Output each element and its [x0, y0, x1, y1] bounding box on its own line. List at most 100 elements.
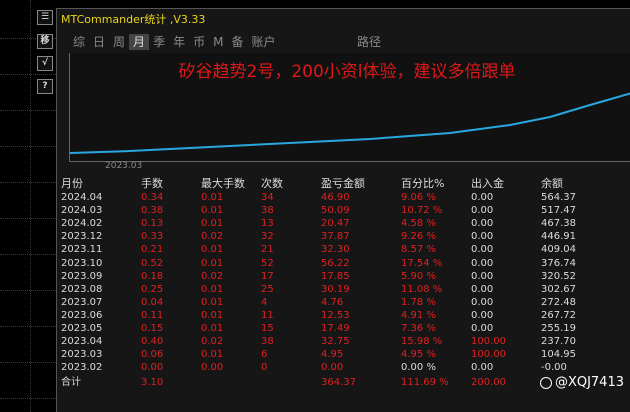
tab-3[interactable]: 月	[129, 34, 150, 50]
table-cell: 364.37	[321, 377, 356, 389]
grid-line	[0, 290, 56, 291]
table-row: 2024.02 0.13 0.01 13 20.47 4.58 % 0.00 467.38	[61, 217, 627, 230]
table-cell: 237.70	[541, 336, 576, 348]
table-cell: 0.40	[141, 336, 164, 348]
table-header: 月份 手数 最大手数 次数 盈亏金额 百分比% 出入金 余额	[61, 177, 627, 190]
table-cell: 2023.04	[61, 336, 103, 348]
table-row: 2024.03 0.38 0.01 38 50.09 10.72 % 0.00 517.47	[61, 204, 627, 217]
author-credit: @XQJ7413	[539, 375, 624, 390]
table-cell: 6	[261, 349, 268, 361]
tab-1[interactable]: 日	[89, 34, 109, 50]
table-cell: 32.75	[321, 336, 350, 348]
table-cell: 37.87	[321, 231, 350, 243]
table-cell: 20.47	[321, 218, 350, 230]
menu-button[interactable]: ☰	[37, 10, 53, 25]
table-cell: 4.91 %	[401, 309, 436, 321]
table-cell: 4.76	[321, 296, 344, 308]
table-cell: 21	[261, 244, 274, 256]
table-cell: 0.01	[201, 257, 224, 269]
tab-2[interactable]: 周	[109, 34, 129, 50]
table-cell: 0.00	[201, 362, 224, 374]
table-cell: 0.01	[201, 218, 224, 230]
table-cell: 0.00	[321, 362, 344, 374]
table-cell: 52	[261, 257, 274, 269]
grid-line	[0, 326, 56, 327]
table-cell: 0.00	[471, 192, 494, 203]
table-cell: 17.54 %	[401, 257, 443, 269]
table-cell: 0.01	[201, 296, 224, 308]
table-cell: 25	[261, 283, 274, 295]
table-cell: 0.00	[471, 257, 494, 269]
statistics-panel: MTCommander统计 ,V3.33 综日周月季年币 M 备账户 路径 矽谷趋势…	[56, 8, 630, 412]
table-cell: 合计	[61, 377, 81, 389]
table-row: 2023.06 0.11 0.01 11 12.53 4.91 % 0.00 267.72	[61, 309, 627, 322]
help-button[interactable]: ?	[37, 79, 53, 94]
check-icon: √	[41, 58, 48, 68]
table-cell: 11	[261, 309, 274, 321]
table-row: 2023.04 0.40 0.02 38 32.75 15.98 % 100.00 237.7…	[61, 335, 627, 348]
table-cell: 0.38	[141, 205, 164, 217]
table-cell: 446.91	[541, 231, 576, 243]
menu-icon: ☰	[40, 12, 50, 22]
table-cell: 0.01	[201, 192, 224, 203]
table-cell: 0.01	[201, 205, 224, 217]
check-button[interactable]: √	[37, 56, 53, 71]
table-row: 2023.05 0.15 0.01 15 17.49 7.36 % 0.00 255.19	[61, 322, 627, 335]
table-cell: 2023.05	[61, 323, 103, 334]
table-cell: 0.01	[201, 309, 224, 321]
table-cell: 0.00	[471, 270, 494, 282]
table-cell: 8.57 %	[401, 244, 436, 256]
table-cell: 月份	[61, 177, 83, 190]
tab-0[interactable]: 综	[69, 34, 89, 50]
table-cell: 2024.03	[61, 205, 103, 217]
table-cell: 0	[261, 362, 268, 374]
grid-line	[0, 362, 56, 363]
table-cell: 2023.12	[61, 231, 103, 243]
table-cell: 15.98 %	[401, 336, 443, 348]
window-title: MTCommander统计 ,V3.33	[61, 13, 206, 26]
table-cell: 0.52	[141, 257, 164, 269]
table-cell: 0.00	[471, 309, 494, 321]
equity-curve	[70, 92, 630, 154]
move-button[interactable]: 移	[37, 34, 53, 49]
table-cell: 409.04	[541, 244, 576, 256]
table-cell: 0.00	[471, 362, 494, 374]
table-cell: 0.06	[141, 349, 164, 361]
tab-6[interactable]: 币	[189, 34, 209, 50]
table-cell: 2023.11	[61, 244, 103, 256]
table-row: 2023.08 0.25 0.01 25 30.19 11.08 % 0.00 302.67	[61, 283, 627, 296]
table-cell: 0.01	[201, 283, 224, 295]
table-cell: 4.58 %	[401, 218, 436, 230]
tab-8[interactable]: 备	[227, 34, 247, 50]
table-cell: -0.00	[541, 362, 567, 374]
table-cell: 0.00	[471, 205, 494, 217]
table-cell: 0.18	[141, 270, 164, 282]
grid-line	[0, 74, 56, 75]
table-cell: 17.85	[321, 270, 350, 282]
table-cell: 出入金	[471, 177, 504, 190]
table-cell: 320.52	[541, 270, 576, 282]
table-cell: 0.02	[201, 270, 224, 282]
table-cell: 12.53	[321, 309, 350, 321]
tab-7[interactable]: M	[209, 34, 227, 50]
table-cell: 2024.02	[61, 218, 103, 230]
table-cell: 2023.08	[61, 283, 103, 295]
table-cell: 302.67	[541, 283, 576, 295]
table-cell: 0.01	[201, 244, 224, 256]
table-cell: 11.08 %	[401, 283, 443, 295]
table-cell: 2023.07	[61, 296, 103, 308]
grid-line	[0, 182, 56, 183]
table-cell: 0.00	[471, 296, 494, 308]
author-handle: @XQJ7413	[554, 375, 624, 390]
tab-5[interactable]: 年	[169, 34, 189, 50]
table-cell: 0.13	[141, 218, 164, 230]
table-cell: 0.04	[141, 296, 164, 308]
tab-path[interactable]: 路径	[357, 34, 381, 50]
table-cell: 30.19	[321, 283, 350, 295]
grid-line	[0, 254, 56, 255]
tab-9[interactable]: 账户	[247, 34, 279, 50]
tab-4[interactable]: 季	[149, 34, 169, 50]
table-row: 2023.12 0.33 0.02 32 37.87 9.26 % 0.00 446.91	[61, 230, 627, 243]
table-cell: 56.22	[321, 257, 350, 269]
chart-x-start-label: 2023.03	[105, 161, 143, 171]
